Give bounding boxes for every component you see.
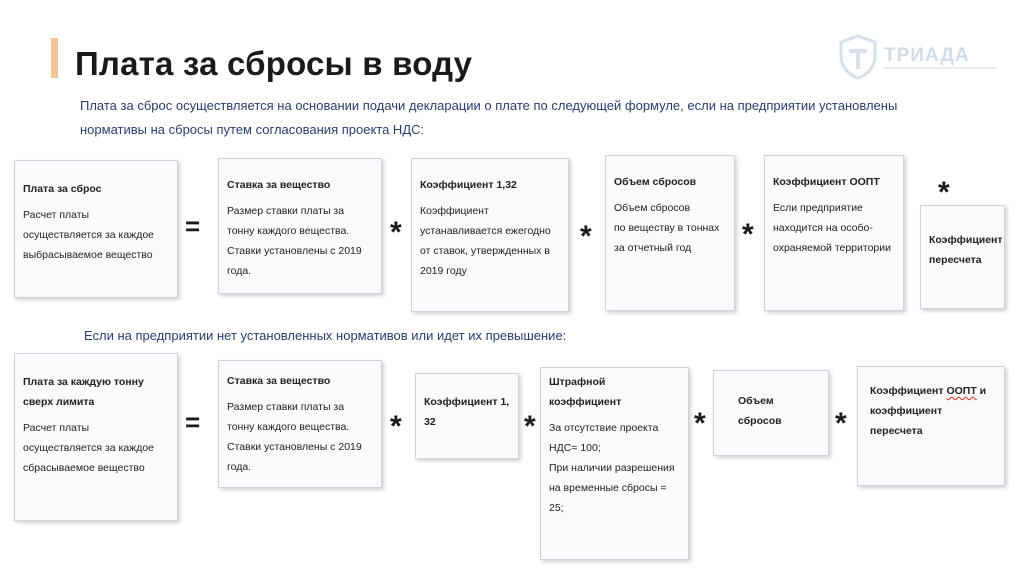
box-koef-pereschet: Коэффициент пересчета — [920, 205, 1005, 309]
box-obem-sbrosov: Объем сбросов Объем сбросов по веществу … — [605, 155, 735, 311]
equals-operator: = — [185, 407, 201, 437]
box-obem-sbrosov-2: Объем сбросов — [713, 370, 829, 456]
box-body: Расчет платы осуществляется за каждое вы… — [23, 209, 155, 261]
box-title: Коэффициент ООПТ — [773, 176, 880, 188]
multiply-operator: * — [835, 407, 847, 440]
box-title: Плата за каждую тонну сверх лимита — [23, 376, 144, 408]
box-title: Плата за сброс — [23, 183, 102, 195]
box-shtrafnoy-koef: Штрафной коэффициент За отсутствие проек… — [540, 367, 689, 560]
logo-text: ТРИАДА — [884, 45, 970, 66]
company-logo: ТРИАДА — [838, 34, 998, 80]
page-title: Плата за сбросы в воду — [75, 45, 473, 82]
box-title: Штрафной коэффициент — [549, 376, 622, 408]
box-title: Коэффициент 1,32 — [420, 179, 517, 191]
box-title: Объем сбросов — [738, 395, 782, 427]
box-body: За отсутствие проекта НДС= 100; При нали… — [549, 422, 675, 514]
box-stavka-2: Ставка за вещество Размер ставки платы з… — [218, 360, 382, 488]
multiply-operator: * — [390, 216, 402, 249]
equals-operator: = — [185, 211, 201, 241]
intro-paragraph: Плата за сброс осуществляется на основан… — [80, 98, 898, 137]
box-body: Если предприятие находится на особо-охра… — [773, 202, 891, 254]
box-title: Ставка за вещество — [227, 375, 331, 387]
subheading: Если на предприятии нет установленных но… — [84, 328, 567, 343]
box-body: Коэффициент устанавливается ежегодно от … — [420, 205, 551, 277]
multiply-operator: * — [390, 410, 402, 443]
box-plata-za-sbros: Плата за сброс Расчет платы осуществляет… — [14, 160, 178, 298]
box-title: Коэффициент пересчета — [929, 234, 1003, 266]
box-stavka: Ставка за вещество Размер ставки платы з… — [218, 158, 382, 294]
box-title: Коэффициент ООПТ и коэффициент пересчета — [870, 385, 987, 437]
box-title: Ставка за вещество — [227, 179, 331, 191]
box-body: Размер ставки платы за тонну каждого вещ… — [227, 205, 362, 277]
box-koef-oopt: Коэффициент ООПТ Если предприятие находи… — [764, 155, 904, 311]
title-accent-bar — [51, 38, 58, 78]
box-koef-oopt-pereschet: Коэффициент ООПТ и коэффициент пересчета — [857, 366, 1005, 486]
box-koef-132: Коэффициент 1,32 Коэффициент устанавлива… — [411, 158, 569, 312]
box-title: Коэффициент 1, 32 — [424, 396, 510, 428]
box-body: Расчет платы осуществляется за каждое сб… — [23, 422, 155, 474]
box-plata-sverh-limita: Плата за каждую тонну сверх лимита Расче… — [14, 353, 178, 521]
box-body: Объем сбросов по веществу в тоннах за от… — [614, 202, 720, 254]
logo-underline — [884, 67, 996, 69]
multiply-operator: * — [524, 410, 536, 443]
box-koef-132-2: Коэффициент 1, 32 — [415, 373, 519, 459]
multiply-operator: * — [742, 218, 754, 251]
multiply-operator: * — [580, 220, 592, 253]
multiply-operator: * — [694, 407, 706, 440]
box-title: Объем сбросов — [614, 176, 697, 188]
multiply-operator: * — [938, 176, 950, 209]
box-body: Размер ставки платы за тонну каждого вещ… — [227, 401, 362, 473]
shield-t-icon — [839, 34, 877, 80]
